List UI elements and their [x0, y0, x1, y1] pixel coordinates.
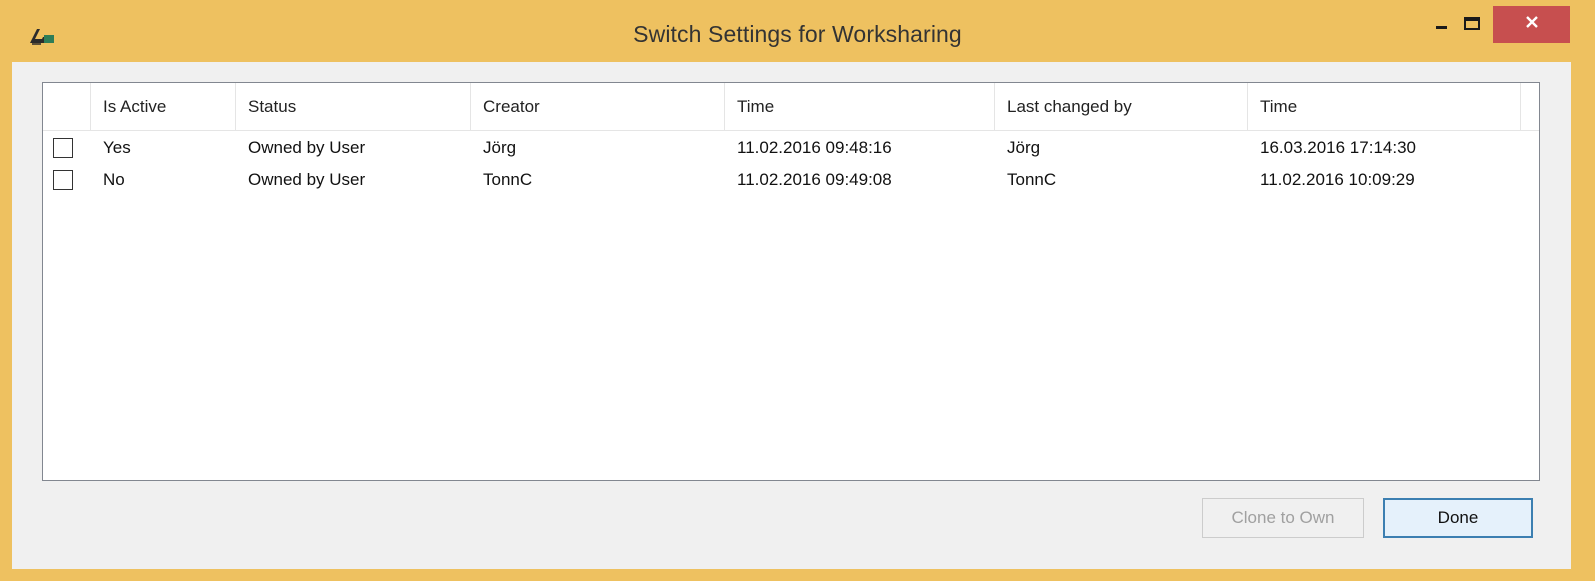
- cell-last-changed-time: 11.02.2016 10:09:29: [1260, 170, 1415, 189]
- maximize-icon: [1463, 16, 1481, 37]
- cell-time: 11.02.2016 09:48:16: [737, 138, 892, 157]
- close-icon: [1524, 14, 1540, 35]
- table-row[interactable]: No Owned by User TonnC 11.02.2016 09:49:…: [43, 164, 1539, 196]
- column-header-select[interactable]: [43, 83, 91, 131]
- grid-header: Is Active Status Creator Time Last chang…: [43, 83, 1539, 131]
- window-title: Switch Settings for Worksharing: [633, 21, 962, 47]
- dialog-window: Switch Settings for Worksharing Is Activ…: [0, 0, 1595, 581]
- table-row[interactable]: Yes Owned by User Jörg 11.02.2016 09:48:…: [43, 132, 1539, 164]
- column-header-creator[interactable]: Creator: [471, 83, 725, 131]
- row-checkbox[interactable]: [53, 170, 73, 190]
- dialog-body: Is Active Status Creator Time Last chang…: [12, 62, 1571, 569]
- cell-time: 11.02.2016 09:49:08: [737, 170, 892, 189]
- cell-is-active: Yes: [103, 138, 131, 157]
- cell-status: Owned by User: [248, 138, 366, 157]
- cell-creator: Jörg: [483, 138, 517, 157]
- close-button[interactable]: [1493, 6, 1570, 43]
- column-header-last-changed-by[interactable]: Last changed by: [995, 83, 1248, 131]
- cell-is-active: No: [103, 170, 125, 189]
- row-checkbox[interactable]: [53, 138, 73, 158]
- column-header-time[interactable]: Time: [725, 83, 995, 131]
- column-header-status[interactable]: Status: [236, 83, 471, 131]
- column-header-is-active[interactable]: Is Active: [91, 83, 236, 131]
- cell-last-changed-by: Jörg: [1007, 138, 1041, 157]
- minimize-icon: [1435, 17, 1449, 36]
- cell-creator: TonnC: [483, 170, 533, 189]
- cell-last-changed-by: TonnC: [1007, 170, 1057, 189]
- settings-grid[interactable]: Is Active Status Creator Time Last chang…: [42, 82, 1540, 481]
- maximize-button[interactable]: [1452, 6, 1492, 46]
- done-button[interactable]: Done: [1383, 498, 1533, 538]
- title-bar[interactable]: Switch Settings for Worksharing: [0, 0, 1595, 62]
- cell-status: Owned by User: [248, 170, 366, 189]
- column-header-last-changed-time[interactable]: Time: [1248, 83, 1521, 131]
- cell-last-changed-time: 16.03.2016 17:14:30: [1260, 138, 1416, 157]
- clone-to-own-button[interactable]: Clone to Own: [1202, 498, 1364, 538]
